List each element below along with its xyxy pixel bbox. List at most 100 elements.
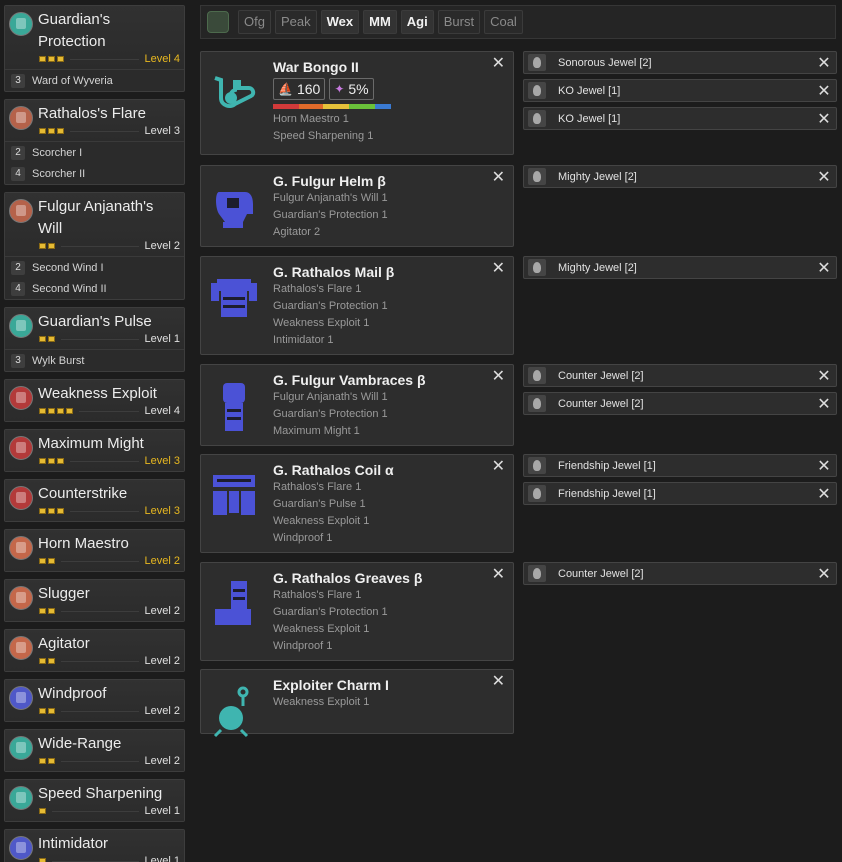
equipment-card[interactable]: G. Rathalos Mail β Rathalos's Flare 1 Guar…	[200, 256, 514, 355]
remove-equipment-button[interactable]: ✕	[492, 369, 505, 385]
remove-equipment-button[interactable]: ✕	[492, 56, 505, 72]
remove-jewel-button[interactable]: ✕	[812, 109, 836, 129]
remove-jewel-button[interactable]: ✕	[812, 258, 836, 278]
skill-main: Horn Maestro Level 2	[38, 533, 180, 568]
filter-chip-peak[interactable]: Peak	[274, 10, 317, 34]
level-pip	[39, 458, 46, 464]
jewel-slot[interactable]: Counter Jewel [2] ✕	[523, 364, 837, 387]
skill-level: Level 2	[144, 555, 180, 567]
remove-jewel-button[interactable]: ✕	[812, 484, 836, 504]
skill-card[interactable]: Agitator Level 2	[4, 629, 185, 672]
equipment-info: G. Rathalos Coil α Rathalos's Flare 1 Guar…	[273, 461, 489, 547]
equipment-card[interactable]: G. Fulgur Helm β Fulgur Anjanath's Will 1…	[200, 165, 514, 247]
jewel-slot[interactable]: KO Jewel [1] ✕	[523, 107, 837, 130]
skill-level-row: Level 2	[38, 754, 180, 768]
equipment-card[interactable]: G. Fulgur Vambraces β Fulgur Anjanath's W…	[200, 364, 514, 446]
jewel-slot[interactable]: Mighty Jewel [2] ✕	[523, 165, 837, 188]
skill-level-pips	[39, 458, 64, 464]
remove-equipment-button[interactable]: ✕	[492, 459, 505, 475]
filter-chip-coal[interactable]: Coal	[484, 10, 523, 34]
skill-header: Windproof Level 2	[5, 680, 184, 721]
remove-jewel-button[interactable]: ✕	[812, 81, 836, 101]
waist-icon	[207, 467, 261, 523]
divider	[61, 660, 139, 662]
skill-card[interactable]: Rathalos's Flare Level 3 2 Scorcher I 4 Scorc…	[4, 99, 185, 185]
level-pip	[39, 708, 46, 714]
equipment-info: G. Rathalos Greaves β Rathalos's Flare 1 G…	[273, 569, 489, 655]
remove-equipment-button[interactable]: ✕	[492, 567, 505, 583]
skill-card[interactable]: Slugger Level 2	[4, 579, 185, 622]
level-pip	[39, 336, 46, 342]
skill-level-pips	[39, 858, 46, 862]
equipment-skill: Rathalos's Flare 1	[273, 283, 362, 295]
jewel-slot[interactable]: Counter Jewel [2] ✕	[523, 562, 837, 585]
skill-card[interactable]: Maximum Might Level 3	[4, 429, 185, 472]
equipment-name: War Bongo II	[273, 59, 359, 75]
jewel-slot[interactable]: Sonorous Jewel [2] ✕	[523, 51, 837, 74]
jewel-slot[interactable]: KO Jewel [1] ✕	[523, 79, 837, 102]
equipment-skill: Rathalos's Flare 1	[273, 481, 362, 493]
set-bonus-list: 3 Wylk Burst	[5, 349, 184, 371]
filter-chip-mm[interactable]: MM	[363, 10, 397, 34]
equipment-card[interactable]: G. Rathalos Greaves β Rathalos's Flare 1 G…	[200, 562, 514, 661]
remove-jewel-button[interactable]: ✕	[812, 366, 836, 386]
level-pip	[39, 558, 46, 564]
skill-card[interactable]: Horn Maestro Level 2	[4, 529, 185, 572]
skill-card[interactable]: Weakness Exploit Level 4	[4, 379, 185, 422]
skill-name: Fulgur Anjanath's Will	[38, 198, 154, 237]
remove-jewel-button[interactable]: ✕	[812, 564, 836, 584]
equipment-card[interactable]: G. Rathalos Coil α Rathalos's Flare 1 Guar…	[200, 454, 514, 553]
level-pip	[48, 243, 55, 249]
jewel-slot[interactable]: Counter Jewel [2] ✕	[523, 392, 837, 415]
jewel-slot[interactable]: Friendship Jewel [1] ✕	[523, 482, 837, 505]
jewel-icon	[528, 485, 546, 502]
filter-chip-burst[interactable]: Burst	[437, 10, 481, 34]
skill-icon	[9, 386, 33, 410]
filter-chip-ofg[interactable]: Ofg	[238, 10, 271, 34]
jewel-slot[interactable]: Mighty Jewel [2] ✕	[523, 256, 837, 279]
filter-icon[interactable]	[207, 11, 229, 33]
remove-equipment-button[interactable]: ✕	[492, 170, 505, 186]
skill-card[interactable]: Windproof Level 2	[4, 679, 185, 722]
equipment-name: Exploiter Charm I	[273, 677, 389, 693]
jewel-name: Mighty Jewel [2]	[558, 261, 637, 274]
set-bonus-name: Scorcher I	[32, 146, 83, 159]
remove-jewel-button[interactable]: ✕	[812, 394, 836, 414]
sharpness-bar	[273, 104, 391, 109]
filter-chip-agi[interactable]: Agi	[400, 10, 434, 34]
skill-card[interactable]: Guardian's Protection Level 4 3 Ward of Wyv…	[4, 5, 185, 92]
skill-name: Horn Maestro	[38, 535, 129, 552]
skill-icon	[9, 836, 33, 860]
remove-jewel-button[interactable]: ✕	[812, 167, 836, 187]
skill-level-pips	[39, 808, 46, 814]
remove-equipment-button[interactable]: ✕	[492, 674, 505, 690]
equipment-name: G. Fulgur Helm β	[273, 173, 386, 189]
skill-card[interactable]: Wide-Range Level 2	[4, 729, 185, 772]
skill-level: Level 1	[144, 805, 180, 817]
skill-main: Guardian's Protection Level 4	[38, 9, 180, 66]
skill-name: Intimidator	[38, 835, 109, 852]
skill-icon	[9, 199, 33, 223]
skill-name: Guardian's Pulse	[38, 313, 152, 330]
jewel-slot[interactable]: Friendship Jewel [1] ✕	[523, 454, 837, 477]
skill-icon	[9, 314, 33, 338]
level-pip	[48, 336, 55, 342]
skill-card[interactable]: Intimidator Level 1	[4, 829, 185, 862]
skill-card[interactable]: Fulgur Anjanath's Will Level 2 2 Second Win…	[4, 192, 185, 300]
level-pip	[48, 708, 55, 714]
filter-chip-wex[interactable]: Wex	[320, 10, 360, 34]
skill-icon	[9, 536, 33, 560]
attack-stat: ⛵ 160	[273, 78, 326, 100]
equipment-card[interactable]: War Bongo II ⛵ 160 ✦ 5% Horn Maestro 1 Speed S…	[200, 51, 514, 155]
remove-jewel-button[interactable]: ✕	[812, 53, 836, 73]
equipment-card[interactable]: Exploiter Charm I Weakness Exploit 1 ✕	[200, 669, 514, 738]
divider	[61, 760, 139, 762]
set-bonus-count: 4	[11, 281, 25, 296]
sharpness-segment	[322, 104, 350, 109]
affinity-stat: ✦ 5%	[329, 78, 374, 100]
skill-card[interactable]: Speed Sharpening Level 1	[4, 779, 185, 822]
remove-jewel-button[interactable]: ✕	[812, 456, 836, 476]
skill-card[interactable]: Guardian's Pulse Level 1 3 Wylk Burst	[4, 307, 185, 372]
remove-equipment-button[interactable]: ✕	[492, 261, 505, 277]
skill-card[interactable]: Counterstrike Level 3	[4, 479, 185, 522]
